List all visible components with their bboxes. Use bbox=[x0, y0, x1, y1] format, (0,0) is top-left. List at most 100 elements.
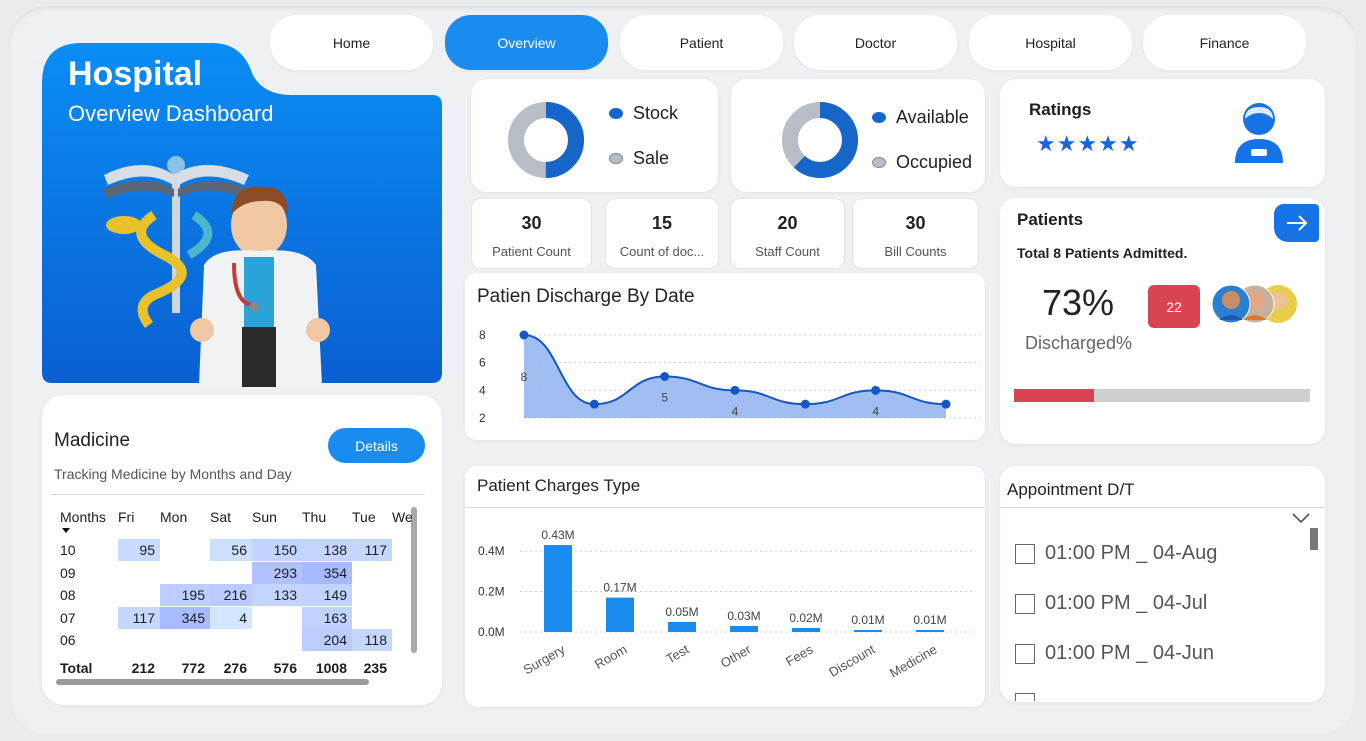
column-header[interactable]: Fri bbox=[118, 509, 160, 525]
matrix-cell[interactable] bbox=[210, 629, 252, 651]
appointment-item[interactable]: 01:00 PM _ 04-Aug bbox=[1015, 542, 1217, 565]
appointment-checkbox[interactable] bbox=[1015, 643, 1035, 664]
matrix-cell[interactable] bbox=[118, 584, 160, 606]
chevron-down-icon[interactable] bbox=[1292, 512, 1310, 524]
matrix-cell[interactable] bbox=[352, 584, 392, 606]
matrix-cell[interactable] bbox=[118, 562, 160, 584]
appointment-item[interactable]: 01:00 PM _ 04-Jun bbox=[1015, 642, 1214, 665]
matrix-cell[interactable]: 149 bbox=[302, 584, 352, 606]
legend-occupied[interactable]: Occupied bbox=[872, 152, 972, 173]
bar[interactable] bbox=[916, 629, 944, 632]
column-header[interactable]: Sun bbox=[252, 509, 302, 525]
matrix-cell[interactable] bbox=[160, 629, 210, 651]
legend-label: Available bbox=[896, 107, 969, 127]
tab-overview[interactable]: Overview bbox=[445, 15, 608, 70]
data-point[interactable] bbox=[660, 372, 670, 381]
arrow-right-button[interactable] bbox=[1274, 204, 1319, 242]
matrix-cell[interactable]: 204 bbox=[302, 629, 352, 651]
matrix-cell[interactable]: 117 bbox=[352, 539, 392, 561]
matrix-cell[interactable] bbox=[118, 629, 160, 651]
matrix-cell[interactable]: 56 bbox=[210, 539, 252, 561]
tab-hospital[interactable]: Hospital bbox=[969, 15, 1132, 70]
data-point[interactable] bbox=[730, 385, 740, 395]
bar[interactable] bbox=[544, 545, 572, 632]
matrix-cell[interactable]: 293 bbox=[252, 561, 302, 584]
sort-arrow-icon[interactable] bbox=[62, 528, 70, 533]
matrix-cell[interactable] bbox=[252, 607, 302, 629]
matrix-cell[interactable] bbox=[392, 539, 412, 561]
matrix-cell[interactable] bbox=[392, 629, 412, 651]
charges-chart-card: Patient Charges Type 0.4M 0.2M 0.0M 0.43M Su… bbox=[465, 466, 985, 707]
matrix-cell[interactable]: 118 bbox=[352, 629, 392, 651]
total-cell: 772 bbox=[181, 660, 205, 676]
data-point[interactable] bbox=[941, 399, 951, 409]
medicine-matrix[interactable]: Months Fri Mon Sat Sun Thu Tue We 10 95 56 150 138 11… bbox=[52, 505, 412, 680]
matrix-cell[interactable] bbox=[392, 584, 412, 606]
tab-finance[interactable]: Finance bbox=[1143, 15, 1306, 70]
x-tick-label: Medicine bbox=[887, 642, 940, 681]
matrix-cell[interactable]: 133 bbox=[252, 584, 302, 606]
table-row[interactable]: 08 195 216 133 149 bbox=[52, 584, 412, 606]
stock-sale-donut[interactable] bbox=[501, 95, 591, 185]
matrix-cell[interactable] bbox=[352, 562, 392, 584]
matrix-cell[interactable] bbox=[392, 562, 412, 584]
matrix-cell[interactable]: 163 bbox=[302, 606, 352, 629]
appointment-label: 01:00 PM _ 04-Jun bbox=[1045, 642, 1214, 664]
matrix-cell[interactable] bbox=[160, 562, 210, 584]
data-point[interactable] bbox=[871, 385, 881, 395]
bar[interactable] bbox=[668, 621, 696, 632]
column-header[interactable]: Months bbox=[60, 509, 118, 525]
ratings-title: Ratings bbox=[1029, 100, 1092, 119]
discharge-percent-label: Discharged% bbox=[1025, 333, 1133, 353]
appointments-scrollbar[interactable] bbox=[1310, 528, 1318, 550]
checkbox-partial[interactable] bbox=[1015, 693, 1035, 701]
matrix-cell[interactable] bbox=[210, 562, 252, 584]
charges-chart[interactable]: 0.4M 0.2M 0.0M 0.43M Surgery 0.17M Room 0.05M Te… bbox=[465, 466, 985, 707]
bar-value-label: 0.05M bbox=[665, 605, 698, 619]
column-header[interactable]: Sat bbox=[210, 509, 252, 525]
appointment-item[interactable]: 01:00 PM _ 04-Jul bbox=[1015, 592, 1207, 615]
matrix-cell[interactable] bbox=[252, 629, 302, 651]
matrix-cell[interactable]: 195 bbox=[160, 584, 210, 606]
bar[interactable] bbox=[730, 625, 758, 632]
matrix-cell[interactable] bbox=[160, 539, 210, 561]
bed-availability-donut[interactable] bbox=[775, 95, 865, 185]
legend-available[interactable]: Available bbox=[872, 107, 969, 128]
column-header[interactable]: Tue bbox=[352, 509, 392, 525]
kpi-label: Count of doc... bbox=[619, 244, 705, 259]
data-label: 5 bbox=[661, 391, 668, 405]
table-row[interactable]: 09 293 354 bbox=[52, 561, 412, 584]
matrix-cell[interactable]: 354 bbox=[302, 561, 352, 584]
table-row[interactable]: 06 204 118 bbox=[52, 629, 412, 651]
matrix-cell[interactable]: 216 bbox=[210, 584, 252, 606]
matrix-cell[interactable]: 95 bbox=[118, 539, 160, 561]
discharge-chart[interactable]: 8 6 4 2 8 5 4 4 bbox=[465, 273, 985, 440]
bar[interactable] bbox=[606, 597, 634, 632]
appointment-checkbox[interactable] bbox=[1015, 543, 1035, 564]
tab-doctor[interactable]: Doctor bbox=[794, 15, 957, 70]
data-point[interactable] bbox=[519, 330, 529, 340]
data-point[interactable] bbox=[800, 399, 810, 409]
table-row[interactable]: 07 117 345 4 163 bbox=[52, 606, 412, 629]
column-header[interactable]: Mon bbox=[160, 509, 210, 525]
column-header[interactable]: We bbox=[392, 509, 412, 525]
matrix-cell[interactable] bbox=[352, 607, 392, 629]
matrix-cell[interactable]: 117 bbox=[118, 606, 160, 629]
bar[interactable] bbox=[854, 629, 882, 632]
hero-subtitle: Overview Dashboard bbox=[68, 101, 274, 126]
legend-stock[interactable]: Stock bbox=[609, 103, 678, 124]
matrix-cell[interactable]: 138 bbox=[302, 539, 352, 561]
y-tick-label: 6 bbox=[479, 356, 486, 370]
matrix-cell[interactable]: 4 bbox=[210, 606, 252, 629]
data-point[interactable] bbox=[589, 399, 599, 409]
column-header[interactable]: Thu bbox=[302, 509, 352, 525]
appointment-checkbox[interactable] bbox=[1015, 593, 1035, 614]
matrix-cell[interactable] bbox=[392, 607, 412, 629]
legend-sale[interactable]: Sale bbox=[609, 148, 669, 169]
table-row[interactable]: 10 95 56 150 138 117 bbox=[52, 539, 412, 561]
bar[interactable] bbox=[792, 627, 820, 632]
matrix-cell[interactable]: 345 bbox=[160, 606, 210, 629]
tab-patient[interactable]: Patient bbox=[620, 15, 783, 70]
matrix-cell[interactable]: 150 bbox=[252, 539, 302, 561]
details-button[interactable]: Details bbox=[328, 428, 425, 463]
